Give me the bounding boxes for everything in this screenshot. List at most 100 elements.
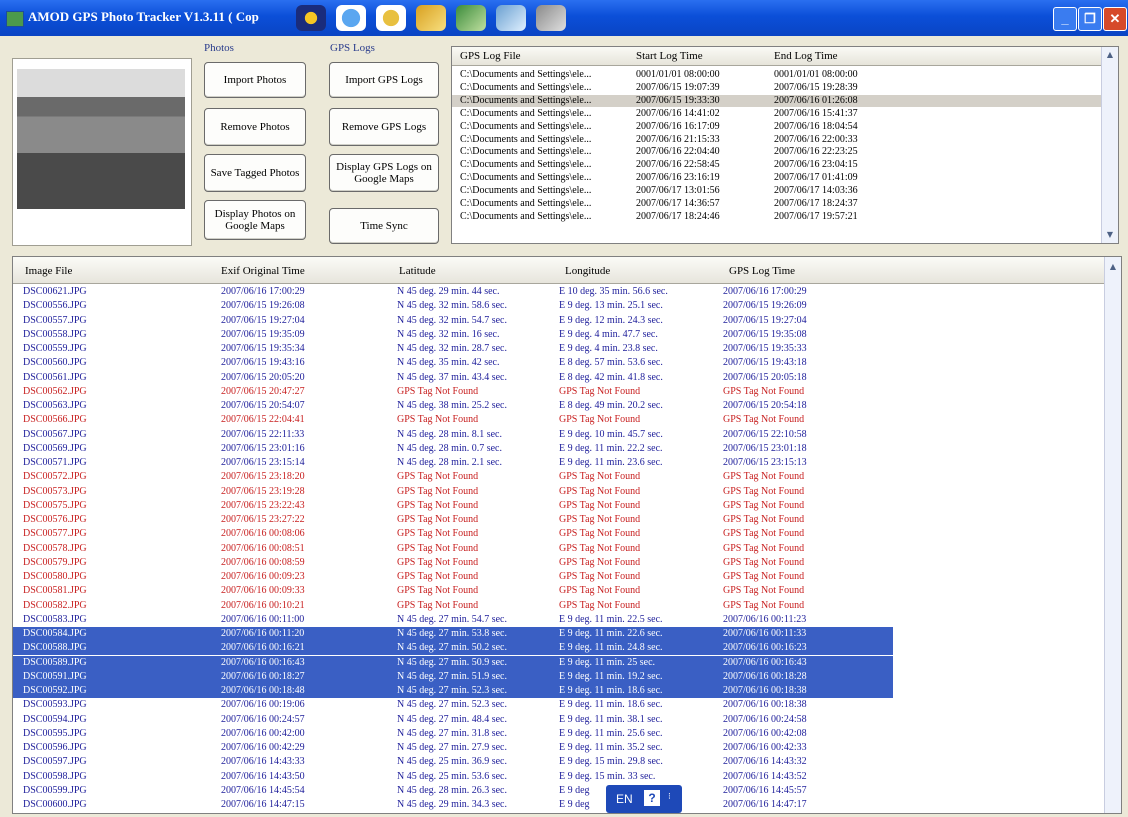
end-log-time-cell: 2007/06/17 01:41:09 [774, 172, 858, 184]
exif-time-cell: 2007/06/15 19:43:16 [221, 357, 305, 369]
exif-time-cell: 2007/06/16 14:43:50 [221, 770, 305, 782]
table-row[interactable]: DSC00582.JPG 2007/06/16 00:10:21 GPS Tag N… [13, 599, 893, 613]
table-row[interactable]: DSC00596.JPG 2007/06/16 00:42:29 N 45 deg.… [13, 741, 893, 755]
image-file-header[interactable]: Image File [25, 265, 72, 277]
options-icon[interactable]: ⁝ [668, 791, 671, 802]
latitude-header[interactable]: Latitude [399, 265, 436, 277]
table-row[interactable]: DSC00597.JPG 2007/06/16 14:43:33 N 45 deg.… [13, 755, 893, 769]
gear-icon[interactable] [536, 5, 566, 31]
book-icon[interactable] [416, 5, 446, 31]
gps-log-row[interactable]: C:\Documents and Settings\ele... 2007/06/… [452, 94, 1102, 107]
table-row[interactable]: DSC00577.JPG 2007/06/16 00:08:06 GPS Tag N… [13, 527, 893, 541]
gps-log-row[interactable]: C:\Documents and Settings\ele... 2007/06/… [452, 211, 1102, 223]
gps-log-table[interactable]: GPS Log File Start Log Time End Log Time… [451, 46, 1119, 244]
edit-icon[interactable] [496, 5, 526, 31]
scroll-down-icon[interactable]: ▼ [1104, 229, 1116, 241]
language-bar[interactable]: EN ? ⁝ [606, 785, 682, 813]
settings-icon[interactable] [376, 5, 406, 31]
gps-log-file-header[interactable]: GPS Log File [460, 50, 521, 62]
close-button[interactable]: ✕ [1103, 7, 1127, 31]
gps-log-row[interactable]: C:\Documents and Settings\ele... 2007/06/… [452, 121, 1102, 133]
gps-log-row[interactable]: C:\Documents and Settings\ele... 2007/06/… [452, 198, 1102, 210]
language-label[interactable]: EN [616, 792, 633, 806]
gps-log-time-header[interactable]: GPS Log Time [729, 265, 795, 277]
table-row[interactable]: DSC00581.JPG 2007/06/16 00:09:33 GPS Tag N… [13, 584, 893, 598]
gps-log-scrollbar[interactable]: ▲ ▼ [1101, 47, 1118, 243]
table-row[interactable]: DSC00563.JPG 2007/06/15 20:54:07 N 45 deg.… [13, 399, 893, 413]
import-photos-button[interactable]: Import Photos [204, 62, 306, 98]
display-photos-map-button[interactable]: Display Photos on Google Maps [204, 200, 306, 240]
table-row[interactable]: DSC00576.JPG 2007/06/15 23:27:22 GPS Tag N… [13, 513, 893, 527]
table-row[interactable]: DSC00589.JPG 2007/06/16 00:16:43 N 45 deg.… [13, 655, 893, 670]
exif-time-header[interactable]: Exif Original Time [221, 265, 305, 277]
gps-log-row[interactable]: C:\Documents and Settings\ele... 0001/01/… [452, 69, 1102, 81]
maximize-button[interactable]: ❐ [1078, 7, 1102, 31]
table-row[interactable]: DSC00569.JPG 2007/06/15 23:01:16 N 45 deg.… [13, 442, 893, 456]
table-row[interactable]: DSC00573.JPG 2007/06/15 23:19:28 GPS Tag N… [13, 485, 893, 499]
table-row[interactable]: DSC00595.JPG 2007/06/16 00:42:00 N 45 deg.… [13, 727, 893, 741]
latitude-cell: N 45 deg. 37 min. 43.4 sec. [397, 371, 507, 383]
longitude-cell: E 9 deg. 15 min. 33 sec. [559, 770, 656, 782]
remove-gps-logs-button[interactable]: Remove GPS Logs [329, 108, 439, 146]
scroll-up-icon[interactable]: ▲ [1104, 49, 1116, 61]
table-row[interactable]: DSC00567.JPG 2007/06/15 22:11:33 N 45 deg.… [13, 428, 893, 442]
table-row[interactable]: DSC00572.JPG 2007/06/15 23:18:20 GPS Tag N… [13, 470, 893, 484]
display-gps-logs-map-button[interactable]: Display GPS Logs on Google Maps [329, 154, 439, 192]
table-row[interactable]: DSC00556.JPG 2007/06/15 19:26:08 N 45 deg.… [13, 299, 893, 313]
help-icon[interactable]: ? [644, 790, 660, 806]
table-row[interactable]: DSC00558.JPG 2007/06/15 19:35:09 N 45 deg.… [13, 328, 893, 342]
gps-log-time-cell: 2007/06/16 14:43:52 [723, 770, 807, 782]
import-gps-logs-button[interactable]: Import GPS Logs [329, 62, 439, 98]
longitude-header[interactable]: Longitude [565, 265, 610, 277]
exif-time-cell: 2007/06/16 00:24:57 [221, 713, 305, 725]
table-row[interactable]: DSC00591.JPG 2007/06/16 00:18:27 N 45 deg.… [13, 669, 893, 684]
minimize-button[interactable]: _ [1053, 7, 1077, 31]
image-file-cell: DSC00598.JPG [23, 770, 87, 782]
globe-icon[interactable] [336, 5, 366, 31]
table-row[interactable]: DSC00598.JPG 2007/06/16 14:43:50 N 45 deg.… [13, 770, 893, 784]
gps-log-row[interactable]: C:\Documents and Settings\ele... 2007/06/… [452, 185, 1102, 197]
gps-log-row[interactable]: C:\Documents and Settings\ele... 2007/06/… [452, 146, 1102, 158]
table-row[interactable]: DSC00579.JPG 2007/06/16 00:08:59 GPS Tag N… [13, 556, 893, 570]
gps-log-time-cell: 2007/06/16 14:45:57 [723, 784, 807, 796]
save-tagged-photos-button[interactable]: Save Tagged Photos [204, 154, 306, 192]
gps-log-row[interactable]: C:\Documents and Settings\ele... 2007/06/… [452, 172, 1102, 184]
image-table[interactable]: Image File Exif Original Time Latitude L… [12, 256, 1122, 814]
start-log-time-cell: 2007/06/15 19:33:30 [636, 94, 720, 106]
table-row[interactable]: DSC00583.JPG 2007/06/16 00:11:00 N 45 deg.… [13, 613, 893, 627]
gps-log-row[interactable]: C:\Documents and Settings\ele... 2007/06/… [452, 159, 1102, 171]
table-row[interactable]: DSC00559.JPG 2007/06/15 19:35:34 N 45 deg.… [13, 342, 893, 356]
table-row[interactable]: DSC00584.JPG 2007/06/16 00:11:20 N 45 deg.… [13, 627, 893, 641]
table-row[interactable]: DSC00566.JPG 2007/06/15 22:04:41 GPS Tag N… [13, 413, 893, 427]
gps-log-row[interactable]: C:\Documents and Settings\ele... 2007/06/… [452, 82, 1102, 94]
table-row[interactable]: DSC00562.JPG 2007/06/15 20:47:27 GPS Tag N… [13, 385, 893, 399]
gps-log-time-cell: 2007/06/15 19:43:18 [723, 357, 807, 369]
table-row[interactable]: DSC00599.JPG 2007/06/16 14:45:54 N 45 deg.… [13, 784, 893, 798]
gps-log-row[interactable]: C:\Documents and Settings\ele... 2007/06/… [452, 108, 1102, 120]
longitude-cell: E 9 deg. 12 min. 24.3 sec. [559, 314, 663, 326]
table-row[interactable]: DSC00592.JPG 2007/06/16 00:18:48 N 45 deg.… [13, 684, 893, 698]
table-row[interactable]: DSC00621.JPG 2007/06/16 17:00:29 N 45 deg.… [13, 285, 893, 299]
table-row[interactable]: DSC00594.JPG 2007/06/16 00:24:57 N 45 deg.… [13, 713, 893, 727]
table-row[interactable]: DSC00561.JPG 2007/06/15 20:05:20 N 45 deg.… [13, 371, 893, 385]
media-icon[interactable] [296, 5, 326, 31]
table-row[interactable]: DSC00588.JPG 2007/06/16 00:16:21 N 45 deg.… [13, 641, 893, 656]
start-log-time-header[interactable]: Start Log Time [636, 50, 703, 62]
end-log-time-header[interactable]: End Log Time [774, 50, 838, 62]
table-row[interactable]: DSC00578.JPG 2007/06/16 00:08:51 GPS Tag N… [13, 542, 893, 556]
table-row[interactable]: DSC00571.JPG 2007/06/15 23:15:14 N 45 deg.… [13, 456, 893, 470]
table-row[interactable]: DSC00600.JPG 2007/06/16 14:47:15 N 45 deg.… [13, 798, 893, 812]
gps-log-row[interactable]: C:\Documents and Settings\ele... 2007/06/… [452, 134, 1102, 146]
image-table-scrollbar[interactable]: ▲ [1104, 257, 1121, 813]
table-row[interactable]: DSC00557.JPG 2007/06/15 19:27:04 N 45 deg.… [13, 314, 893, 328]
time-sync-button[interactable]: Time Sync [329, 208, 439, 244]
table-row[interactable]: DSC00575.JPG 2007/06/15 23:22:43 GPS Tag N… [13, 499, 893, 513]
scroll-up-icon[interactable]: ▲ [1107, 261, 1119, 273]
exif-time-cell: 2007/06/16 00:16:43 [221, 656, 305, 668]
remove-photos-button[interactable]: Remove Photos [204, 108, 306, 146]
pen-icon[interactable] [456, 5, 486, 31]
gps-log-header: GPS Log File Start Log Time End Log Time [452, 47, 1118, 66]
table-row[interactable]: DSC00593.JPG 2007/06/16 00:19:06 N 45 deg.… [13, 698, 893, 712]
table-row[interactable]: DSC00560.JPG 2007/06/15 19:43:16 N 45 deg.… [13, 356, 893, 370]
table-row[interactable]: DSC00580.JPG 2007/06/16 00:09:23 GPS Tag N… [13, 570, 893, 584]
